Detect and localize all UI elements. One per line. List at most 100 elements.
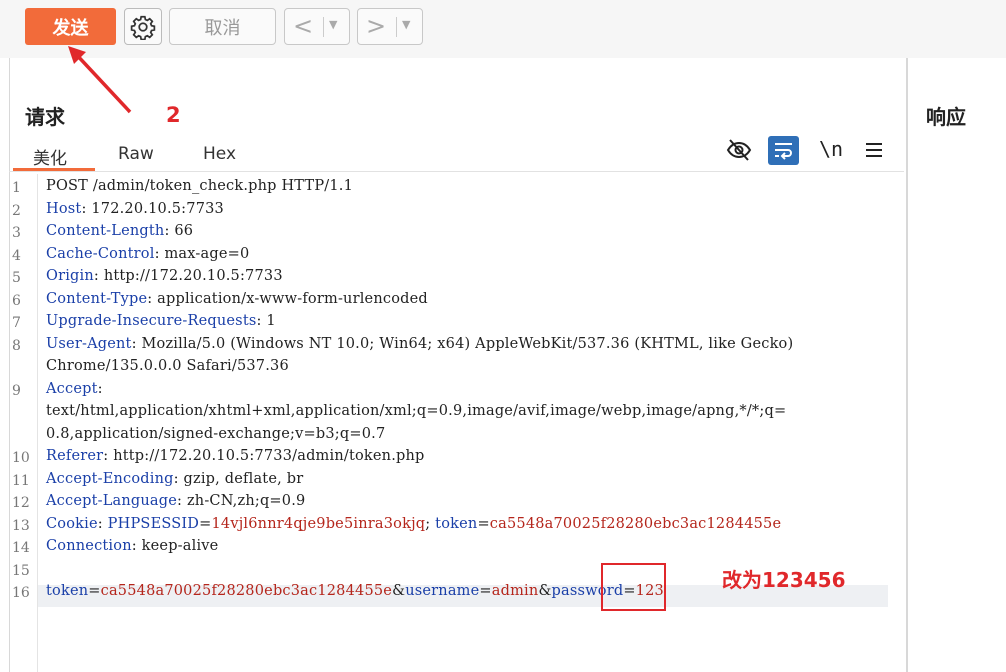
code-line[interactable]: Host: 172.20.10.5:7733 (46, 201, 224, 217)
send-button[interactable]: 发送 (25, 8, 116, 45)
param-value: admin (491, 583, 539, 599)
code-text: ; (425, 515, 436, 532)
back-arrow-icon: < (293, 12, 314, 40)
line-number: 12 (12, 495, 30, 511)
param-value: ca5548a70025f28280ebc3ac1284455e (100, 583, 393, 599)
code-text: : application/x-www-form-urlencoded (147, 290, 428, 307)
eye-off-icon[interactable] (726, 138, 752, 162)
code-line[interactable]: Connection: keep-alive (46, 538, 218, 554)
code-text: : max-age=0 (154, 245, 250, 262)
code-line[interactable]: Accept: (46, 381, 103, 397)
tab-raw[interactable]: Raw (118, 144, 154, 164)
gear-icon (130, 15, 156, 40)
annotation-arrow-icon (68, 46, 132, 114)
chevron-down-icon[interactable]: ▼ (329, 18, 337, 31)
chevron-down-icon[interactable]: ▼ (402, 18, 410, 31)
wrap-icon[interactable] (768, 136, 799, 165)
code-text: : (97, 380, 103, 397)
code-text: : 1 (256, 313, 276, 329)
code-text: Chrome/135.0.0.0 Safari/537.36 (46, 358, 289, 374)
code-text: : zh-CN,zh;q=0.9 (177, 493, 306, 509)
code-line[interactable]: text/html,application/xhtml+xml,applicat… (46, 403, 786, 419)
code-text: : 66 (164, 223, 194, 239)
response-title: 响应 (926, 105, 966, 129)
header-key: Accept-Encoding (46, 470, 174, 487)
line-number: 11 (12, 472, 30, 489)
newline-icon[interactable]: \n (819, 137, 843, 161)
header-key: User-Agent (46, 335, 132, 352)
code-line[interactable]: Accept-Encoding: gzip, deflate, br (46, 471, 303, 487)
header-key: token (46, 583, 89, 599)
code-text: = (477, 515, 490, 532)
cancel-button[interactable]: 取消 (169, 8, 276, 45)
code-text: 0.8,application/signed-exchange;v=b3;q=0… (46, 425, 386, 442)
back-button[interactable]: < ▼ (284, 8, 350, 45)
line-number: 4 (12, 247, 21, 264)
header-key: Upgrade-Insecure-Requests (46, 313, 257, 329)
annotation-step-number: 2 (166, 103, 181, 127)
gutter-border (37, 174, 38, 672)
header-key: Host (46, 200, 82, 217)
line-number: 7 (12, 315, 21, 331)
line-number: 3 (12, 225, 21, 241)
forward-button[interactable]: > ▼ (357, 8, 423, 45)
code-line[interactable]: POST /admin/token_check.php HTTP/1.1 (46, 178, 353, 194)
line-number: 8 (12, 337, 21, 354)
code-text: & (538, 583, 552, 599)
code-line[interactable]: Chrome/135.0.0.0 Safari/537.36 (46, 358, 289, 374)
panel-left-border (9, 58, 10, 672)
tabs-divider (9, 171, 904, 172)
code-text: : 172.20.10.5:7733 (81, 200, 224, 217)
tab-pretty[interactable]: 美化 (33, 144, 67, 169)
line-number: 14 (12, 540, 30, 556)
header-key: Content-Type (46, 290, 148, 307)
code-line[interactable]: User-Agent: Mozilla/5.0 (Windows NT 10.0… (46, 336, 793, 352)
param-value: ca5548a70025f28280ebc3ac1284455e (489, 515, 782, 532)
code-text: POST /admin/token_check.php HTTP/1.1 (46, 178, 354, 194)
settings-button[interactable] (124, 8, 162, 45)
panel-divider[interactable] (906, 58, 908, 672)
code-text: = (199, 515, 212, 532)
header-key: username (405, 583, 480, 599)
code-text: : (97, 515, 108, 532)
header-key: PHPSESSID (107, 515, 200, 532)
code-text: = (479, 583, 492, 599)
line-number: 16 (12, 585, 30, 601)
code-text: : Mozilla/5.0 (Windows NT 10.0; Win64; x… (131, 335, 794, 352)
code-line[interactable]: Accept-Language: zh-CN,zh;q=0.9 (46, 493, 305, 509)
line-number: 13 (12, 517, 30, 534)
header-key: Cookie (46, 515, 98, 532)
header-key: Origin (46, 268, 94, 284)
code-line[interactable]: Cookie: PHPSESSID=14vjl6nnr4qje9be5inra3… (46, 516, 781, 532)
code-line[interactable]: Content-Length: 66 (46, 223, 193, 239)
header-key: token (435, 515, 478, 532)
line-number: 1 (12, 180, 21, 196)
param-value: 14vjl6nnr4qje9be5inra3okjq (211, 515, 426, 532)
line-number: 9 (12, 382, 21, 399)
code-text: : keep-alive (131, 538, 219, 554)
annotation-highlight-box (601, 563, 666, 611)
code-line[interactable]: Referer: http://172.20.10.5:7733/admin/t… (46, 448, 425, 464)
header-key: Content-Length (46, 223, 165, 239)
code-line[interactable]: Content-Type: application/x-www-form-url… (46, 291, 428, 307)
code-line[interactable]: 0.8,application/signed-exchange;v=b3;q=0… (46, 426, 385, 442)
code-line[interactable]: Upgrade-Insecure-Requests: 1 (46, 313, 276, 329)
code-line[interactable]: Origin: http://172.20.10.5:7733 (46, 268, 283, 284)
code-text: : http://172.20.10.5:7733/admin/token.ph… (103, 448, 425, 464)
header-key: Connection (46, 538, 132, 554)
request-title: 请求 (25, 105, 65, 129)
menu-icon[interactable] (865, 142, 883, 158)
line-number: 6 (12, 292, 21, 309)
header-key: Accept (46, 380, 98, 397)
code-line[interactable]: token=ca5548a70025f28280ebc3ac1284455e&u… (46, 583, 664, 599)
code-text: & (392, 583, 406, 599)
header-key: Referer (46, 448, 104, 464)
button-separator (396, 17, 397, 37)
line-number: 15 (12, 562, 30, 579)
line-number: 10 (12, 450, 30, 466)
header-key: Cache-Control (46, 245, 155, 262)
code-text: text/html,application/xhtml+xml,applicat… (46, 403, 787, 419)
button-separator (323, 17, 324, 37)
tab-hex[interactable]: Hex (203, 144, 236, 164)
code-line[interactable]: Cache-Control: max-age=0 (46, 246, 249, 262)
